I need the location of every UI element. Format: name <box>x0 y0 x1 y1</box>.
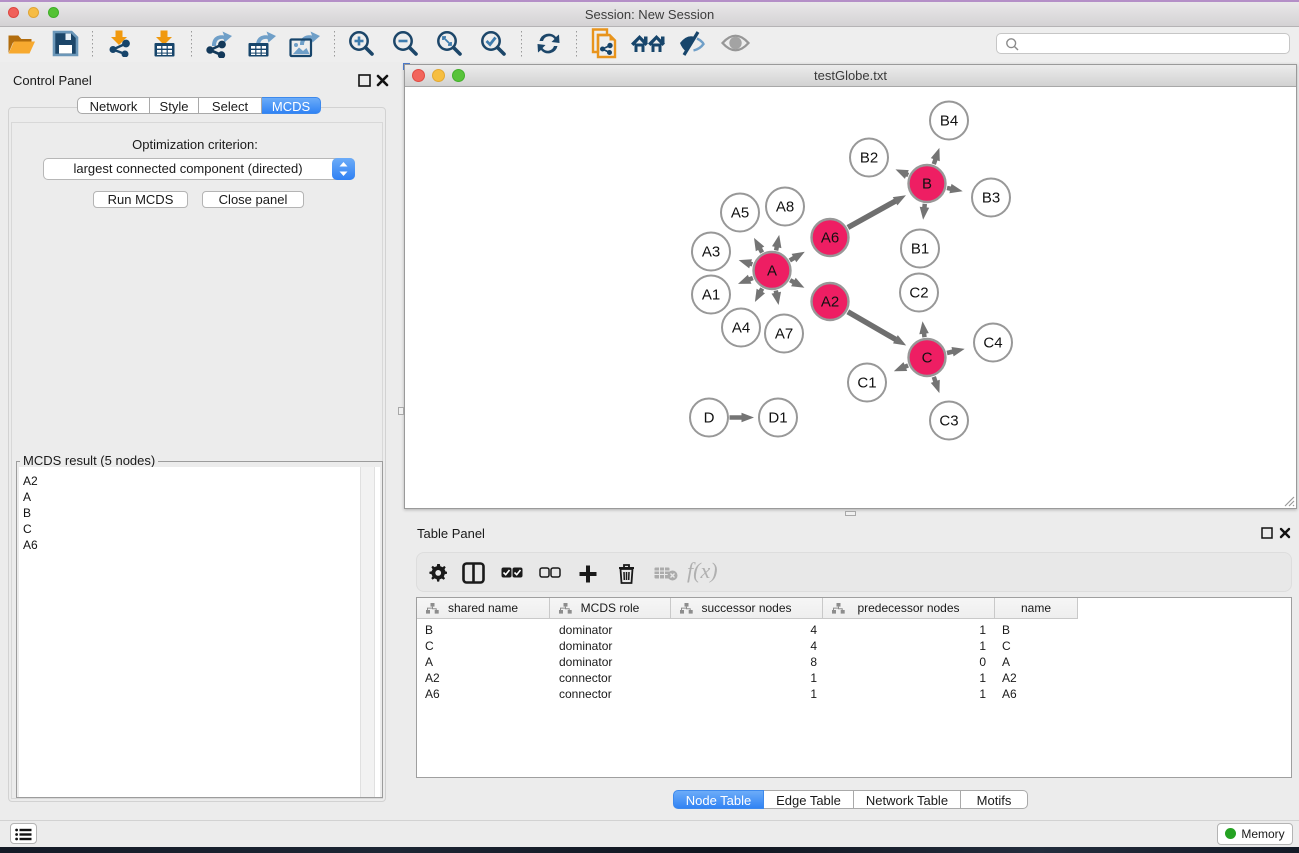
svg-text:B1: B1 <box>911 241 929 258</box>
svg-text:A7: A7 <box>775 326 793 343</box>
svg-text:D1: D1 <box>768 410 787 427</box>
svg-text:B: B <box>922 176 932 193</box>
svg-text:C1: C1 <box>857 375 876 392</box>
svg-text:A2: A2 <box>821 294 839 311</box>
svg-text:C2: C2 <box>909 285 928 302</box>
svg-text:A3: A3 <box>702 244 720 261</box>
svg-text:A: A <box>767 263 777 280</box>
svg-text:A4: A4 <box>732 320 750 337</box>
svg-text:A1: A1 <box>702 287 720 304</box>
svg-text:A6: A6 <box>821 230 839 247</box>
svg-text:C4: C4 <box>983 335 1002 352</box>
svg-text:A5: A5 <box>731 205 749 222</box>
svg-text:B2: B2 <box>860 150 878 167</box>
svg-text:C3: C3 <box>939 413 958 430</box>
svg-text:A8: A8 <box>776 199 794 216</box>
svg-text:B4: B4 <box>940 113 958 130</box>
svg-text:B3: B3 <box>982 190 1000 207</box>
svg-text:C: C <box>922 350 933 367</box>
svg-text:D: D <box>704 410 715 427</box>
